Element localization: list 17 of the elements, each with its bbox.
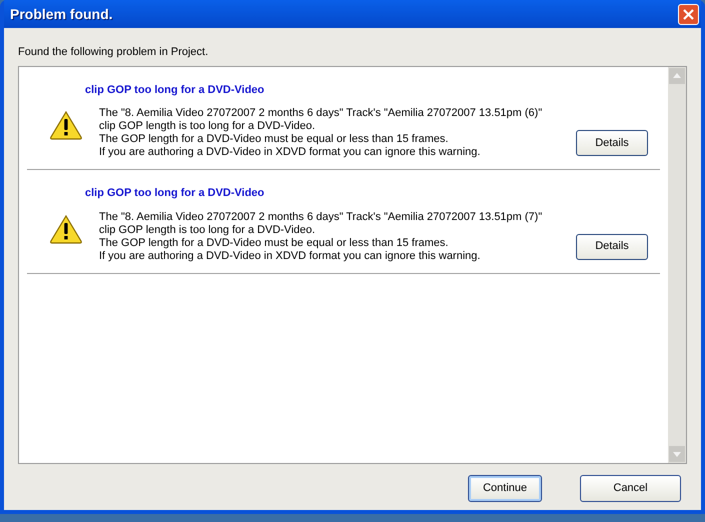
dialog-button[interactable]: Cancel: [580, 475, 681, 502]
problem-title: clip GOP too long for a DVD-Video: [85, 82, 266, 98]
details-button[interactable]: Details: [576, 234, 648, 260]
down-arrow-icon: [673, 452, 681, 456]
warning-icon: [49, 110, 83, 140]
window-title: Problem found.: [10, 4, 113, 24]
dialog-button[interactable]: Continue: [468, 475, 542, 502]
details-button[interactable]: Details: [576, 130, 648, 156]
message-text: Found the following problem in Project.: [18, 45, 210, 60]
problem-description: The "8. Aemilia Video 27072007 2 months 6 days" Track's "Aemilia 27072007 13.51pm (7)" clip GOP length is too long for a DVD-Video. The GOP length for a DVD-Video must be equal or less than 15 frames. If you are authoring a DVD-Video in XDVD format you can ignore this warning.: [99, 210, 544, 262]
close-icon: [683, 8, 694, 20]
problem-title: clip GOP too long for a DVD-Video: [85, 186, 266, 201]
up-arrow-icon: [673, 73, 681, 78]
scrollbar[interactable]: [668, 66, 686, 463]
warning-icon: [49, 214, 83, 244]
problem-description: The "8. Aemilia Video 27072007 2 months 6 days" Track's "Aemilia 27072007 13.51pm (6)" clip GOP length is too long for a DVD-Video. The GOP length for a DVD-Video must be equal or less than 15 frames. If you are authoring a DVD-Video in XDVD format you can ignore this warning.: [99, 107, 544, 159]
close-button[interactable]: [678, 4, 699, 24]
